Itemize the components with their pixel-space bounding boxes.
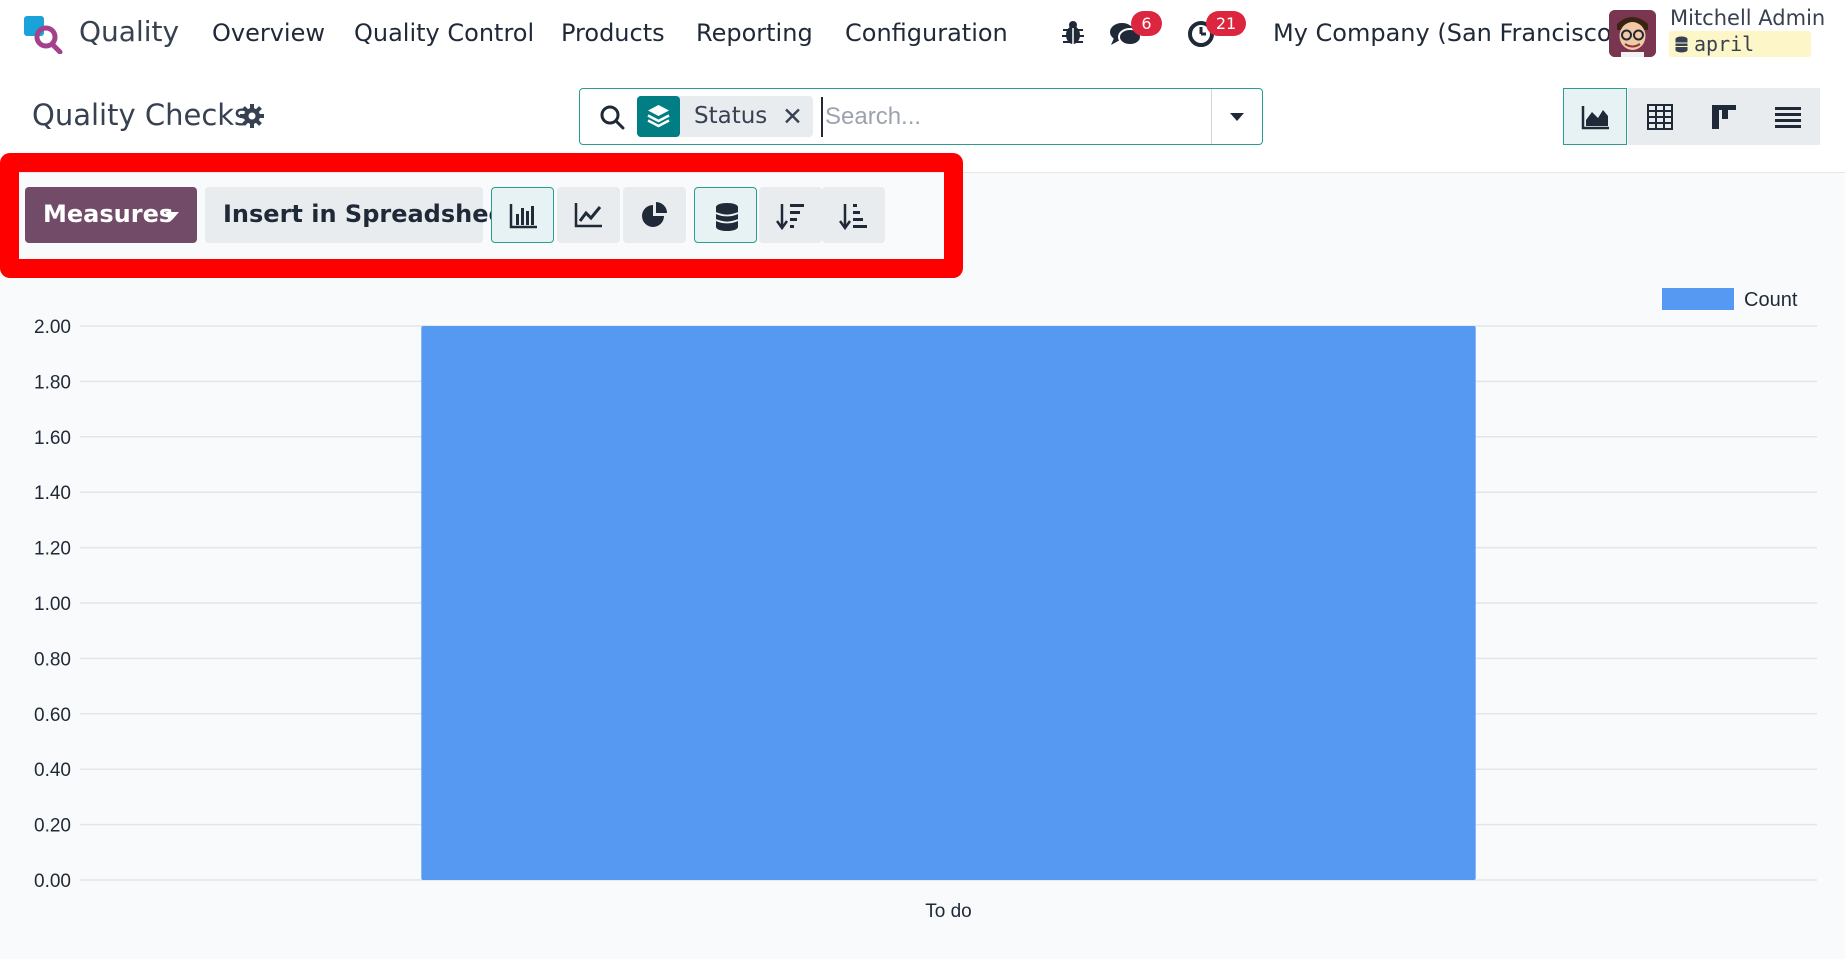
list-view-button[interactable] [1756,88,1820,145]
y-tick-label: 1.00 [34,594,71,615]
bar-chart-icon [509,204,537,229]
database-icon [1675,36,1688,53]
bug-icon[interactable] [1055,16,1091,50]
facet-label: Status [694,103,768,129]
y-tick-label: 0.60 [34,705,71,726]
y-tick-label: 1.80 [34,372,71,393]
menu-configuration[interactable]: Configuration [845,19,1008,47]
y-tick-label: 0.00 [34,871,71,892]
list-view-icon [1775,107,1801,128]
graph-view-button[interactable] [1563,88,1627,145]
insert-spreadsheet-label: Insert in Spreadsheet [223,200,517,228]
y-tick-label: 0.20 [34,816,71,837]
measures-label: Measures [43,200,174,228]
company-switcher[interactable]: My Company (San Francisco) [1273,19,1621,47]
pivot-view-button[interactable] [1628,88,1692,145]
y-tick-label: 2.00 [34,317,71,338]
pivot-view-icon [1647,104,1673,130]
filter-facet: Status ✕ [637,96,813,137]
top-navbar: Quality Overview Quality Control Product… [0,0,1845,68]
search-input[interactable] [821,97,1196,137]
bar [421,326,1476,880]
group-by-layers-icon [637,96,680,137]
database-name: april [1694,32,1755,56]
sort-ascending-icon [839,204,867,231]
caret-down-icon [1230,113,1244,121]
y-tick-label: 1.20 [34,539,71,560]
legend-label: Count [1744,289,1798,311]
search-options-toggle[interactable] [1211,89,1263,144]
insert-spreadsheet-button[interactable]: Insert in Spreadsheet [205,187,516,243]
facet-remove-icon[interactable]: ✕ [782,102,803,131]
quality-app-logo[interactable] [22,14,64,54]
user-name[interactable]: Mitchell Admin [1670,6,1825,30]
search-bar: Status ✕ [579,88,1263,145]
search-icon[interactable] [598,103,626,131]
stacked-icon [715,203,739,231]
messages-badge: 6 [1131,11,1162,36]
menu-quality-control[interactable]: Quality Control [354,19,534,47]
line-chart-button[interactable] [557,187,620,243]
y-tick-label: 1.40 [34,483,71,504]
line-chart-icon [574,203,602,228]
graph-view-icon [1581,106,1609,130]
kanban-view-icon [1712,105,1736,129]
bar-chart: 0.00 0.20 0.40 0.60 0.80 1.00 1.20 1.40 1.60 1.80… [34,288,1817,922]
user-avatar[interactable] [1609,10,1656,57]
database-badge: april [1669,31,1811,57]
caret-down-icon [165,212,179,220]
y-tick-label: 1.60 [34,428,71,449]
sort-descending-button[interactable] [759,187,822,243]
sort-ascending-button[interactable] [822,187,885,243]
y-tick-label: 0.40 [34,760,71,781]
pie-chart-button[interactable] [623,187,686,243]
gear-icon[interactable] [239,103,265,129]
page-title[interactable]: Quality Checks [32,98,249,132]
y-tick-label: 0.80 [34,649,71,670]
legend-swatch [1662,288,1734,310]
x-tick-label: To do [925,901,971,922]
activities-badge: 21 [1206,11,1246,36]
menu-reporting[interactable]: Reporting [696,19,813,47]
menu-products[interactable]: Products [561,19,665,47]
kanban-view-button[interactable] [1692,88,1756,145]
stacked-toggle-button[interactable] [694,187,757,243]
menu-overview[interactable]: Overview [212,19,325,47]
measures-dropdown-button[interactable]: Measures [25,187,197,243]
sort-descending-icon [776,204,804,231]
app-name[interactable]: Quality [79,15,179,48]
pie-chart-icon [642,202,667,227]
bar-chart-button[interactable] [491,187,554,243]
